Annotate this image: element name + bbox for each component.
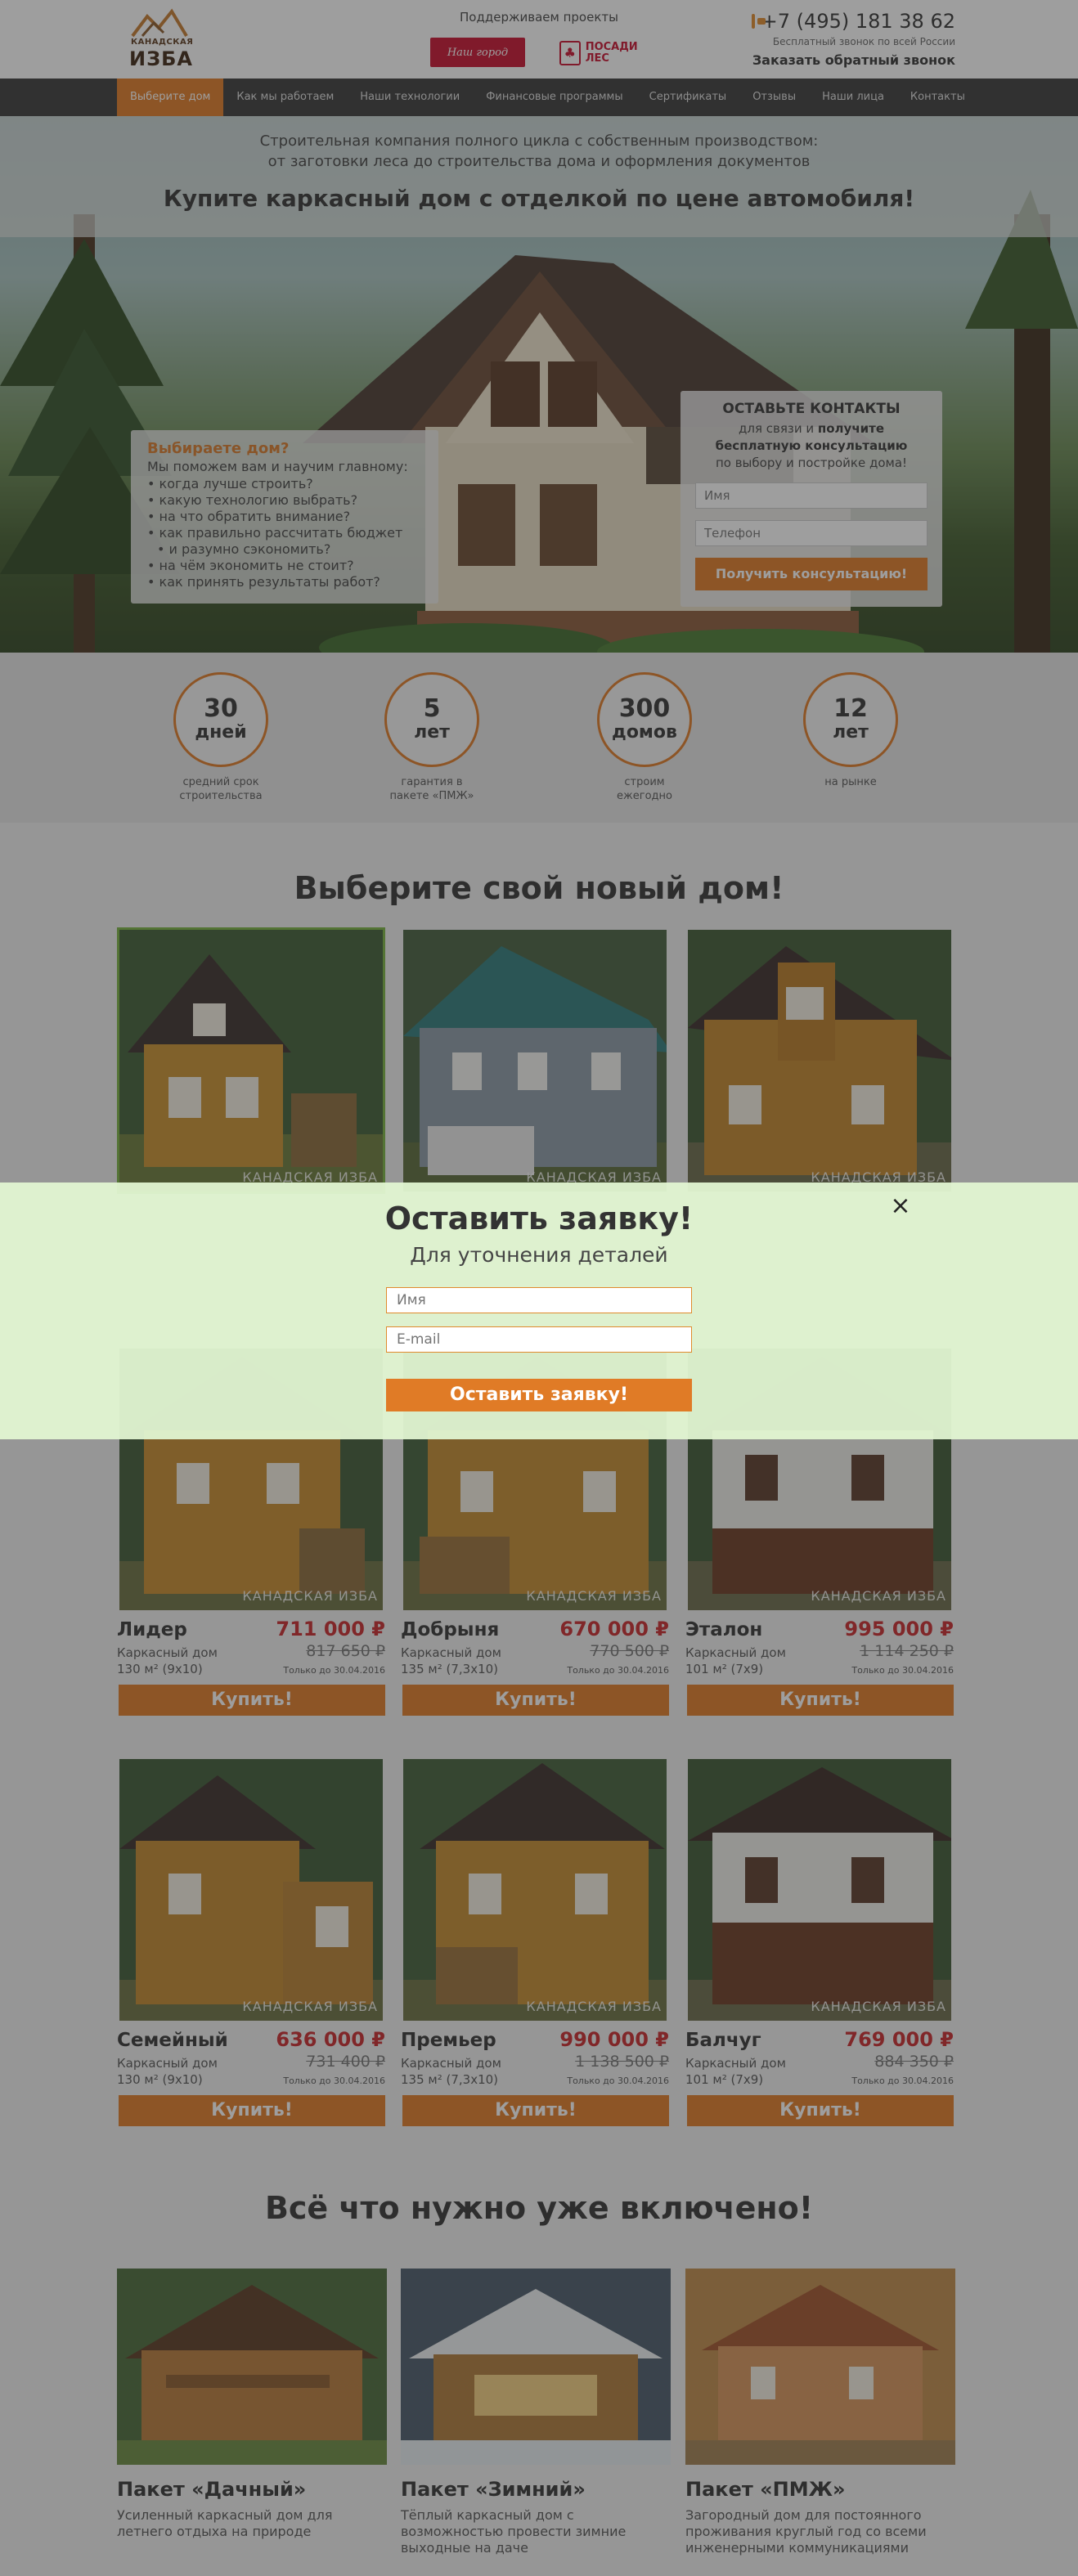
modal-email-field[interactable]: [386, 1326, 692, 1353]
modal-title: Оставить заявку!: [384, 1200, 694, 1236]
modal-subtitle: Для уточнения деталей: [410, 1243, 668, 1267]
modal-name-field[interactable]: [386, 1287, 692, 1313]
request-modal: × Оставить заявку! Для уточнения деталей…: [0, 1183, 1078, 1439]
submit-request-button[interactable]: Оставить заявку!: [386, 1379, 692, 1411]
